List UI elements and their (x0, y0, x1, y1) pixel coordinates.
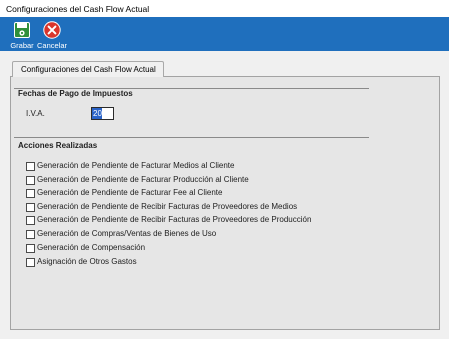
save-icon (14, 22, 30, 38)
checkbox[interactable] (26, 230, 35, 239)
checkbox-label: Generación de Pendiente de Recibir Factu… (37, 215, 312, 224)
cancel-label: Cancelar (36, 41, 67, 50)
cancel-icon (43, 21, 61, 39)
iva-field[interactable]: 20 (91, 107, 114, 120)
actions-section-title: Acciones Realizadas (18, 141, 98, 150)
checkbox-label: Asignación de Otros Gastos (37, 257, 137, 266)
title-bar: Configuraciones del Cash Flow Actual (0, 0, 449, 17)
checkbox[interactable] (26, 203, 35, 212)
toolbar: Grabar Cancelar (0, 17, 449, 51)
actions-divider (14, 137, 369, 138)
checkbox-label: Generación de Pendiente de Facturar Medi… (37, 161, 235, 170)
save-label: Grabar (10, 41, 34, 50)
tab-cash-flow-settings[interactable]: Configuraciones del Cash Flow Actual (12, 61, 164, 77)
window-title: Configuraciones del Cash Flow Actual (6, 4, 150, 14)
checkbox[interactable] (26, 216, 35, 225)
save-button[interactable]: Grabar (6, 19, 38, 51)
checkbox-label: Generación de Compensación (37, 243, 146, 252)
tab-label: Configuraciones del Cash Flow Actual (21, 65, 156, 74)
checkbox-label: Generación de Pendiente de Facturar Prod… (37, 175, 249, 184)
iva-value: 20 (92, 108, 102, 119)
checkbox-label: Generación de Compras/Ventas de Bienes d… (37, 229, 217, 238)
checkbox[interactable] (26, 162, 35, 171)
checkbox[interactable] (26, 244, 35, 253)
payments-section-title: Fechas de Pago de Impuestos (18, 89, 133, 98)
iva-label: I.V.A. (26, 109, 45, 118)
payments-divider (14, 88, 369, 89)
checkbox-label: Generación de Pendiente de Facturar Fee … (37, 188, 223, 197)
checkbox[interactable] (26, 258, 35, 267)
checkbox[interactable] (26, 176, 35, 185)
cancel-button[interactable]: Cancelar (36, 19, 68, 51)
checkbox[interactable] (26, 189, 35, 198)
checkbox-label: Generación de Pendiente de Recibir Factu… (37, 202, 298, 211)
